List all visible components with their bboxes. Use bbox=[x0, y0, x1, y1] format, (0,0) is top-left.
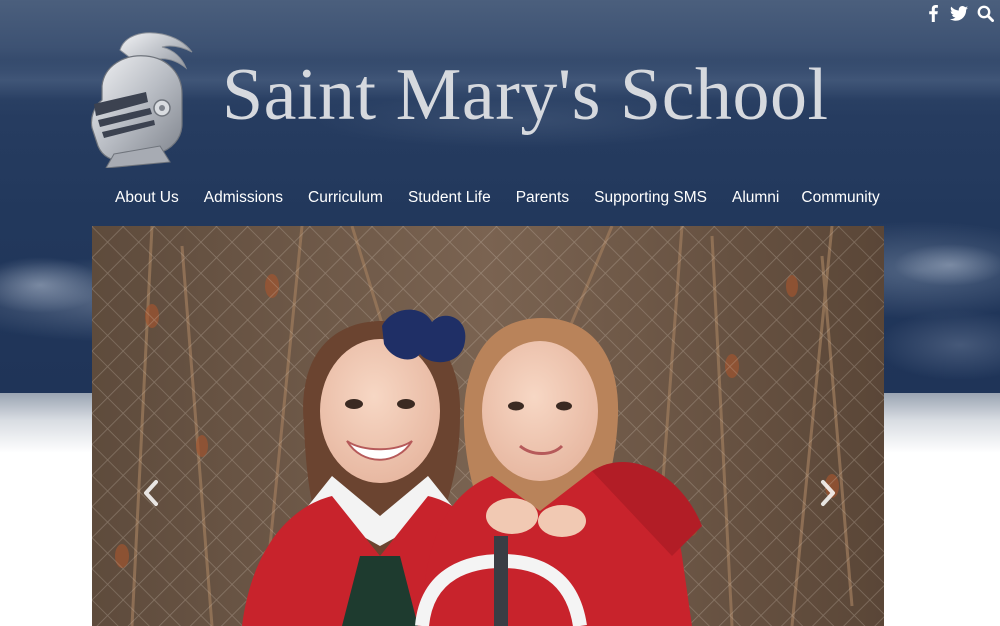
twitter-icon[interactable] bbox=[950, 4, 968, 22]
nav-item-supporting-sms[interactable]: Supporting SMS bbox=[594, 189, 707, 207]
chevron-right-icon[interactable] bbox=[815, 478, 839, 508]
site-title[interactable]: Saint Mary's School bbox=[222, 58, 829, 132]
social-icons bbox=[924, 4, 994, 22]
facebook-icon[interactable] bbox=[924, 4, 942, 22]
knight-helmet-icon[interactable] bbox=[84, 28, 202, 169]
page: Saint Mary's School About Us Admissions … bbox=[0, 0, 1000, 626]
main-nav: About Us Admissions Curriculum Student L… bbox=[115, 189, 880, 207]
nav-item-about-us[interactable]: About Us bbox=[115, 189, 179, 207]
chevron-left-icon[interactable] bbox=[140, 478, 164, 508]
nav-item-alumni[interactable]: Alumni bbox=[732, 189, 779, 207]
nav-item-student-life[interactable]: Student Life bbox=[408, 189, 491, 207]
hero-photo bbox=[92, 226, 884, 626]
nav-item-curriculum[interactable]: Curriculum bbox=[308, 189, 383, 207]
nav-item-community[interactable]: Community bbox=[801, 189, 879, 207]
nav-item-parents[interactable]: Parents bbox=[516, 189, 569, 207]
hero-slider[interactable] bbox=[92, 226, 884, 626]
nav-item-admissions[interactable]: Admissions bbox=[204, 189, 283, 207]
search-icon[interactable] bbox=[976, 4, 994, 22]
